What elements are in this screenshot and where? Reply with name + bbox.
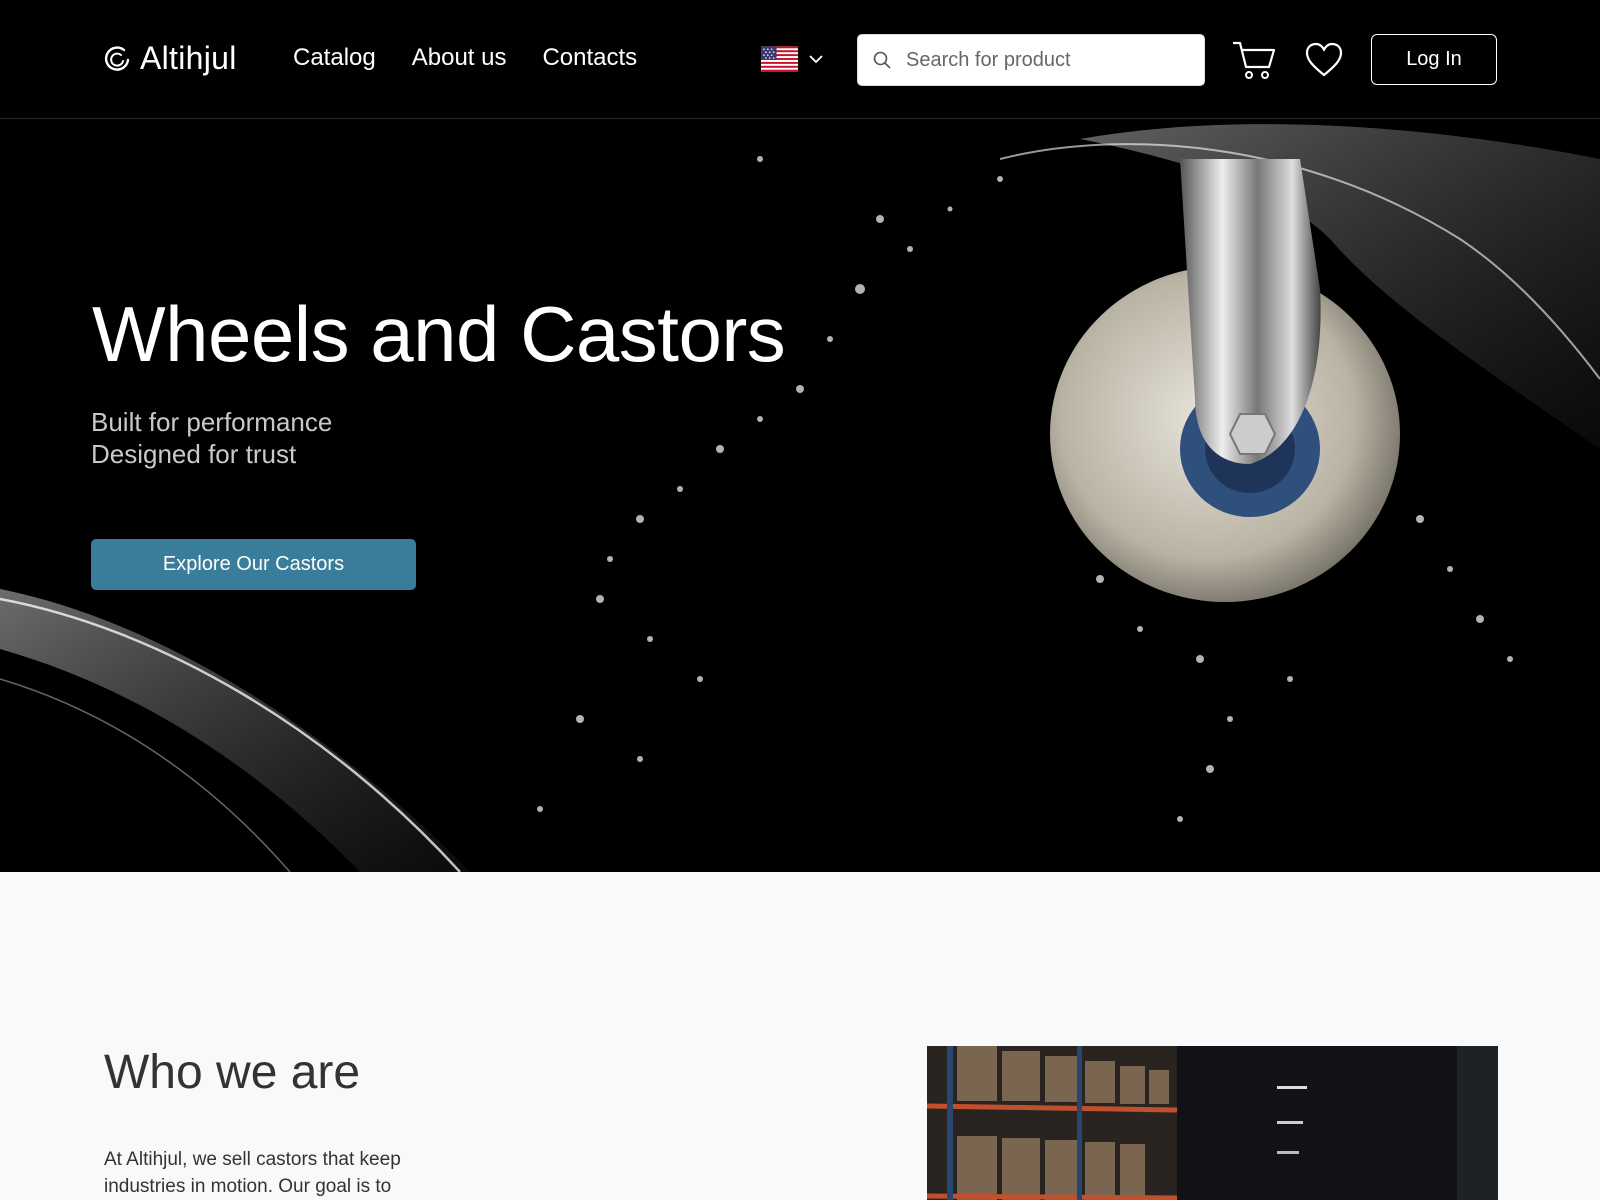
nav-contacts[interactable]: Contacts — [542, 44, 637, 72]
us-flag-icon — [761, 46, 798, 72]
hero-subtitle: Built for performance Designed for trust — [91, 406, 332, 470]
logo-mark-icon — [104, 46, 130, 71]
search-input[interactable] — [904, 47, 1198, 73]
search-icon — [873, 51, 891, 69]
nav-catalog[interactable]: Catalog — [293, 44, 376, 72]
explore-castors-button[interactable]: Explore Our Castors — [91, 539, 416, 590]
chevron-down-icon — [809, 55, 823, 64]
about-text: At Altihjul, we sell castors that keep i… — [104, 1149, 401, 1197]
brand-logo[interactable]: Altihjul — [102, 38, 237, 78]
hero-subtitle-line-2: Designed for trust — [91, 439, 297, 469]
warehouse-image — [927, 1046, 1498, 1200]
hero-title: Wheels and Castors — [92, 290, 786, 378]
hero-section: Wheels and Castors Built for performance… — [0, 119, 1600, 872]
language-selector[interactable] — [761, 46, 824, 72]
brand-name: Altihjul — [140, 39, 237, 76]
main-nav: Catalog About us Contacts — [293, 44, 637, 72]
login-button[interactable]: Log In — [1371, 34, 1497, 85]
site-header: Altihjul Catalog About us Contacts Searc… — [0, 0, 1600, 119]
search-box — [857, 34, 1205, 86]
warehouse-illustration — [927, 1046, 1498, 1200]
nav-about-us[interactable]: About us — [412, 44, 507, 72]
hero-subtitle-line-1: Built for performance — [91, 407, 333, 437]
heart-icon[interactable] — [1305, 42, 1343, 78]
cart-icon[interactable] — [1231, 38, 1277, 82]
about-title: Who we are — [104, 1046, 361, 1099]
castor-splash-image — [0, 124, 1600, 872]
